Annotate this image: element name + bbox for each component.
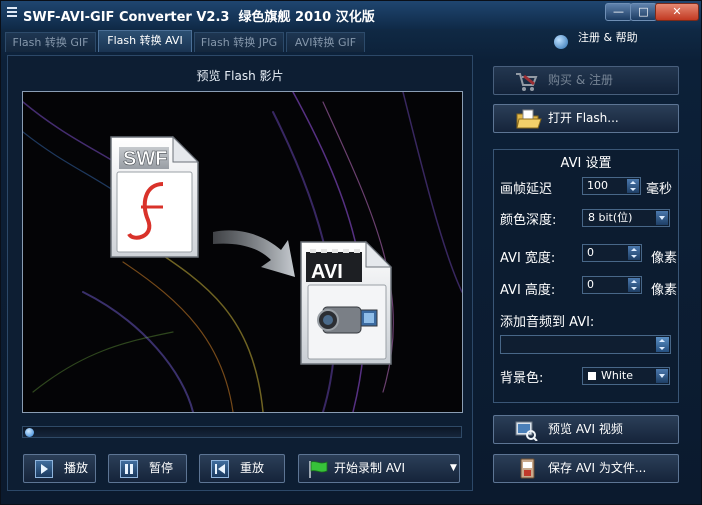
seek-bar[interactable] [22, 426, 462, 438]
preview-flash-label: 预览 Flash 影片 [196, 69, 284, 83]
swf-badge: SWF [123, 148, 167, 170]
audio-file-field[interactable] [500, 335, 671, 354]
avi-badge: AVI [311, 261, 343, 283]
avi-height-value: 0 [587, 278, 594, 291]
color-depth-value: 8 bit(位) [588, 211, 633, 224]
buy-register-label: 购买 & 注册 [548, 73, 613, 87]
avi-width-value: 0 [587, 246, 594, 259]
tab-flash-to-jpg[interactable]: Flash 转换 JPG [194, 32, 284, 52]
avi-settings-title: AVI 设置 [560, 156, 612, 171]
buy-register-button[interactable]: 购买 & 注册 [493, 66, 679, 95]
preview-avi-button[interactable]: 预览 AVI 视频 [493, 415, 679, 444]
close-button[interactable]: ✕ [655, 3, 699, 21]
white-swatch-icon [588, 372, 596, 380]
pause-button[interactable]: 暂停 [108, 454, 187, 483]
spinner-arrows-icon[interactable] [627, 179, 639, 193]
save-file-icon [520, 458, 535, 479]
bg-color-value: White [601, 369, 633, 382]
spinner-arrows-icon[interactable] [628, 246, 640, 260]
avi-width-spinner[interactable]: 0 [582, 244, 642, 262]
chevron-down-icon [656, 211, 668, 225]
register-help-label: 注册 & 帮助 [578, 31, 638, 44]
frame-delay-label: 画帧延迟 [500, 182, 553, 197]
avi-width-unit: 像素 [651, 251, 678, 266]
tab-flash-to-gif[interactable]: Flash 转换 GIF [5, 32, 96, 52]
replay-icon [211, 460, 229, 478]
app-edition: 绿色旗舰 2010 汉化版 [238, 10, 375, 25]
avi-height-label: AVI 高度: [500, 283, 556, 298]
chevron-down-icon [656, 369, 668, 383]
bg-color-label: 背景色: [500, 371, 544, 386]
bg-color-select[interactable]: White [582, 367, 670, 385]
title-bar[interactable]: SWF-AVI-GIF Converter V2.3 绿色旗舰 2010 汉化版… [1, 1, 701, 29]
browse-audio-icon[interactable] [656, 337, 669, 352]
save-avi-button[interactable]: 保存 AVI 为文件... [493, 454, 679, 483]
frame-delay-spinner[interactable]: 100 [582, 177, 641, 195]
spinner-arrows-icon[interactable] [628, 278, 640, 292]
register-help-button[interactable]: 注册 & 帮助 [554, 31, 644, 53]
app-title: SWF-AVI-GIF Converter V2.3 [23, 10, 230, 25]
cart-icon [516, 73, 538, 91]
open-flash-button[interactable]: 打开 Flash... [493, 104, 679, 133]
system-menu-icon[interactable] [7, 7, 17, 19]
preview-video-icon [515, 421, 538, 441]
replay-label: 重放 [240, 461, 265, 475]
play-icon [35, 460, 53, 478]
seek-knob[interactable] [25, 428, 34, 437]
play-label: 播放 [64, 461, 89, 475]
preview-artwork: SWF AVI [23, 92, 462, 412]
green-flag-icon [309, 461, 328, 478]
add-audio-label: 添加音频到 AVI: [500, 315, 595, 330]
avi-height-unit: 像素 [651, 283, 678, 298]
pause-label: 暂停 [149, 461, 174, 475]
save-avi-label: 保存 AVI 为文件... [548, 461, 647, 475]
help-globe-icon [554, 35, 568, 49]
open-folder-icon [516, 109, 542, 129]
color-depth-label: 颜色深度: [500, 213, 557, 228]
frame-delay-unit: 毫秒 [646, 182, 673, 197]
start-record-label: 开始录制 AVI [334, 461, 406, 475]
minimize-button[interactable]: — [605, 3, 632, 21]
preview-stage: SWF AVI [22, 91, 463, 413]
app-window: SWF-AVI-GIF Converter V2.3 绿色旗舰 2010 汉化版… [0, 0, 702, 505]
replay-button[interactable]: 重放 [199, 454, 285, 483]
maximize-button[interactable]: □ [630, 3, 657, 21]
record-dropdown-arrow-icon[interactable]: ▼ [450, 455, 457, 482]
open-flash-label: 打开 Flash... [548, 111, 619, 125]
avi-file-icon: AVI [300, 240, 393, 365]
avi-width-label: AVI 宽度: [500, 251, 556, 266]
frame-delay-value: 100 [587, 179, 608, 192]
play-button[interactable]: 播放 [23, 454, 96, 483]
color-depth-select[interactable]: 8 bit(位) [582, 209, 670, 227]
pause-icon [120, 460, 138, 478]
window-title: SWF-AVI-GIF Converter V2.3 绿色旗舰 2010 汉化版 [23, 6, 375, 25]
start-record-avi-button[interactable]: 开始录制 AVI ▼ [298, 454, 460, 483]
tab-flash-to-avi[interactable]: Flash 转换 AVI [98, 30, 192, 52]
preview-avi-label: 预览 AVI 视频 [548, 422, 623, 436]
avi-height-spinner[interactable]: 0 [582, 276, 642, 294]
tab-avi-to-gif[interactable]: AVI转换 GIF [286, 32, 365, 52]
swf-file-icon: SWF [110, 135, 200, 258]
